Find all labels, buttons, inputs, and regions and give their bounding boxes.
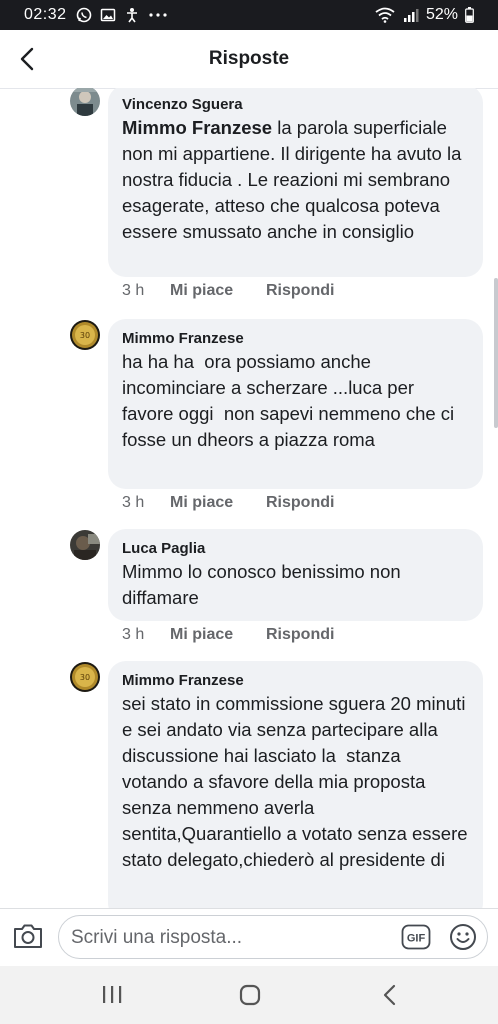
more-notifications-icon: [147, 6, 169, 24]
comment-bubble[interactable]: Vincenzo Sguera Mimmo Franzese la parola…: [108, 88, 483, 277]
avatar[interactable]: [70, 530, 100, 560]
comment-bubble[interactable]: Luca Paglia Mimmo lo conosco benissimo n…: [108, 529, 483, 621]
like-button[interactable]: Mi piace: [170, 494, 266, 512]
comment-text: Mimmo lo conosco benissimo non diffamare: [122, 561, 406, 608]
comment-time: 3 h: [122, 626, 145, 643]
system-nav-bar: [0, 966, 498, 1024]
status-bar: 02:32 52%: [0, 0, 498, 30]
svg-text:30: 30: [80, 331, 90, 340]
svg-text:GIF: GIF: [407, 933, 426, 945]
home-icon: [239, 984, 261, 1006]
mention-link[interactable]: Mimmo Franzese: [122, 117, 272, 138]
avatar[interactable]: 30: [70, 662, 100, 692]
page-title: Risposte: [208, 48, 290, 69]
comment-author[interactable]: Mimmo Franzese: [122, 671, 469, 691]
like-button[interactable]: Mi piace: [170, 282, 266, 300]
camera-icon: [14, 924, 42, 948]
camera-button[interactable]: [12, 922, 46, 952]
avatar[interactable]: [70, 88, 100, 116]
signal-icon: [402, 6, 420, 24]
reply-input-container[interactable]: GIF: [58, 915, 488, 959]
like-button[interactable]: Mi piace: [170, 626, 266, 644]
comment-text: sei stato in commissione sguera 20 minut…: [122, 693, 473, 870]
comment-actions: 3 h Mi piace Rispondi: [122, 626, 334, 644]
back-arrow-icon: [20, 47, 34, 71]
back-button[interactable]: [12, 42, 42, 76]
reply-button[interactable]: Rispondi: [266, 626, 334, 644]
reply-composer: GIF: [0, 908, 498, 967]
scrollbar[interactable]: [494, 278, 498, 428]
accessibility-icon: [123, 6, 141, 24]
gif-button[interactable]: GIF: [401, 924, 431, 950]
reply-button[interactable]: Rispondi: [266, 282, 334, 300]
comment-time: 3 h: [122, 494, 145, 511]
reply-input[interactable]: [69, 922, 383, 954]
comment-author[interactable]: Luca Paglia: [122, 539, 469, 559]
comment-bubble[interactable]: Mimmo Franzese ha ha ha ora possiamo anc…: [108, 319, 483, 489]
emoji-icon: [450, 924, 476, 950]
gif-icon: GIF: [401, 924, 431, 950]
gallery-icon: [99, 6, 117, 24]
system-back-button[interactable]: [376, 982, 404, 1008]
emoji-button[interactable]: [449, 923, 477, 951]
comment-actions: 3 h Mi piace Rispondi: [122, 282, 334, 300]
system-back-icon: [383, 984, 396, 1006]
comment-time: 3 h: [122, 282, 145, 299]
home-button[interactable]: [236, 982, 264, 1008]
page-header: Risposte: [0, 30, 498, 89]
reply-button[interactable]: Rispondi: [266, 494, 334, 512]
comment-author[interactable]: Mimmo Franzese: [122, 329, 469, 349]
comment-text: Mimmo Franzese la parola superficiale no…: [122, 117, 467, 242]
battery-icon: [464, 6, 474, 24]
whatsapp-icon: [75, 6, 93, 24]
battery-percent: 52%: [425, 6, 458, 23]
comment-author[interactable]: Vincenzo Sguera: [122, 95, 469, 115]
comment-bubble[interactable]: Mimmo Franzese sei stato in commissione …: [108, 661, 483, 908]
avatar[interactable]: 30: [70, 320, 100, 350]
status-time: 02:32: [24, 6, 67, 23]
recent-apps-icon: [103, 986, 122, 1003]
comment-text: ha ha ha ora possiamo anche incominciare…: [122, 351, 460, 450]
replies-list[interactable]: Vincenzo Sguera Mimmo Franzese la parola…: [0, 88, 498, 908]
svg-text:30: 30: [80, 673, 90, 682]
comment-actions: 3 h Mi piace Rispondi: [122, 494, 334, 512]
recent-apps-button[interactable]: [98, 982, 126, 1008]
wifi-icon: [374, 6, 396, 24]
